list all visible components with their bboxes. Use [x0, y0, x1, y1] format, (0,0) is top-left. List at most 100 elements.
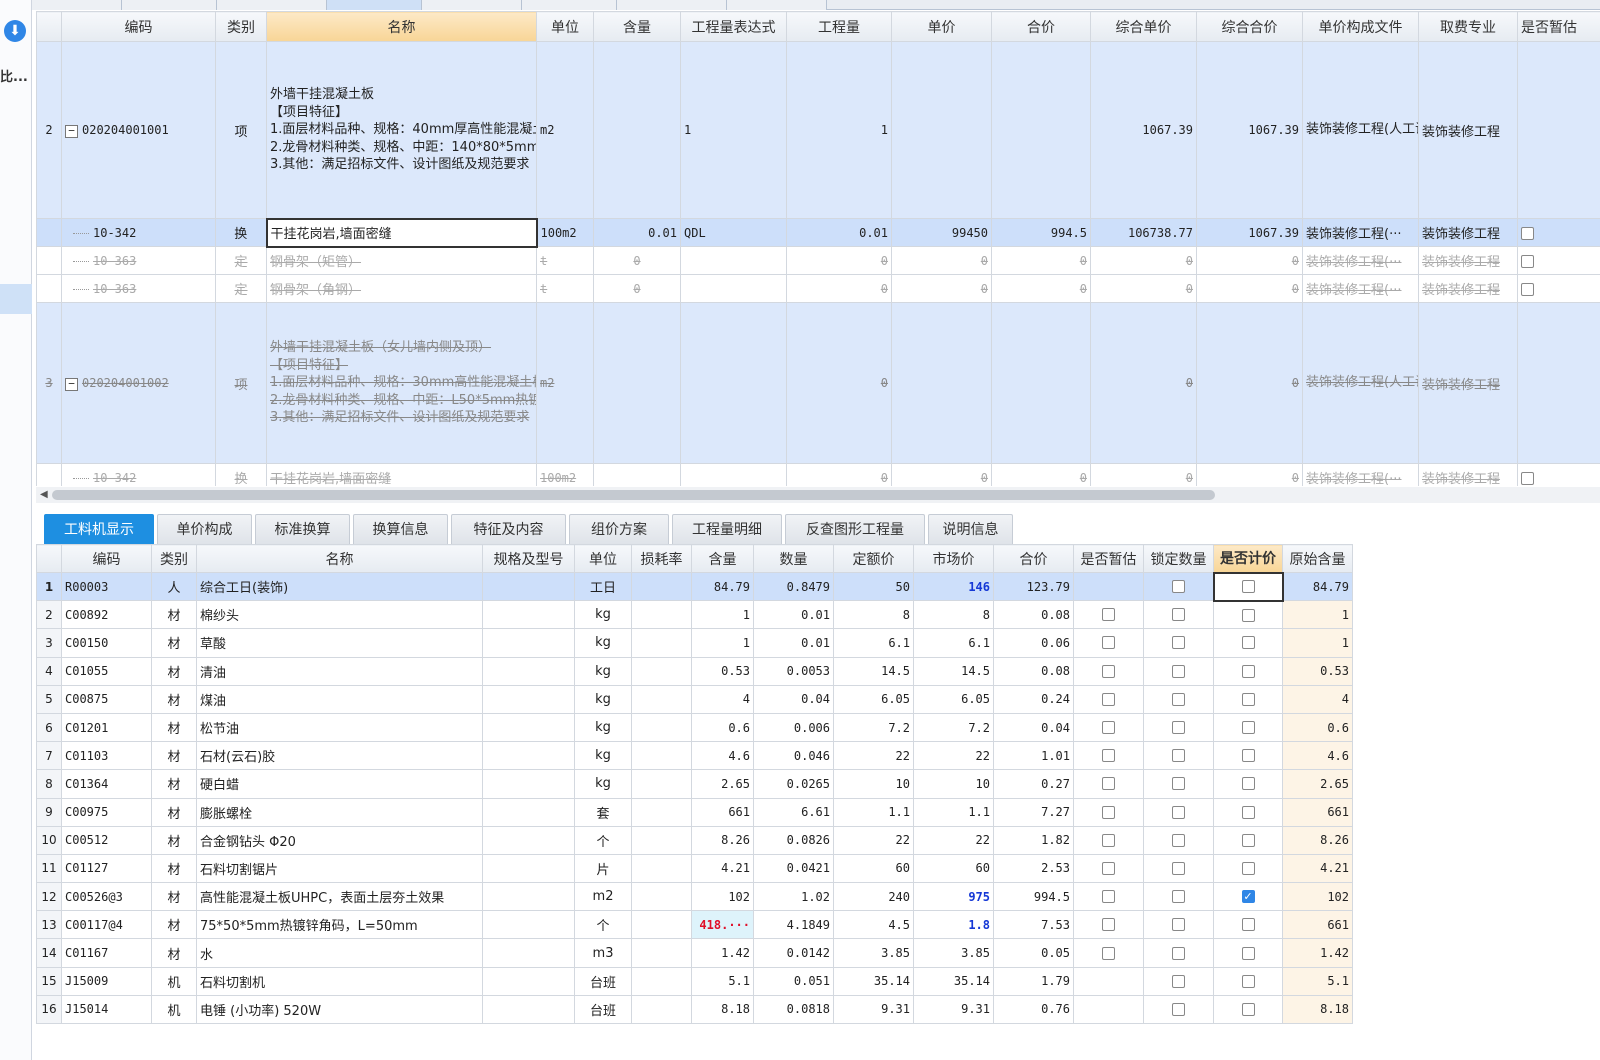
lock-quantity-cell[interactable] — [1143, 882, 1214, 912]
col-header[interactable]: 原始含量 — [1282, 544, 1353, 573]
resource-spec[interactable] — [482, 656, 575, 686]
lock-quantity-checkbox[interactable] — [1172, 664, 1185, 678]
resource-row[interactable]: 3 C00150 材 草酸 kg 1 0.01 6.1 6.1 0.06 1 — [36, 628, 1353, 658]
col-header[interactable]: 定额价 — [833, 544, 914, 573]
resource-name[interactable]: 膨胀螺栓 — [196, 797, 483, 827]
resource-name[interactable]: 松节油 — [196, 712, 483, 743]
resource-loss-rate[interactable] — [631, 769, 692, 799]
estimate-cell[interactable] — [1073, 769, 1144, 799]
item-unit[interactable]: t — [536, 246, 594, 275]
resource-name[interactable]: 石料切割锯片 — [196, 853, 483, 884]
lock-quantity-checkbox[interactable] — [1172, 692, 1185, 706]
resource-market-price[interactable]: 7.2 — [913, 712, 994, 743]
resource-code[interactable]: C01167 — [61, 938, 152, 968]
resource-market-price[interactable]: 35.14 — [913, 966, 994, 996]
bill-row-selected[interactable]: 10-342 换 干挂花岗岩,墙面密缝 100m2 0.01 QDL 0.01 … — [36, 217, 1600, 248]
tab-quantity-details[interactable]: 工程量明细 — [672, 514, 782, 544]
resource-market-price[interactable]: 60 — [913, 853, 994, 884]
resource-content[interactable]: 1 — [691, 628, 754, 658]
resource-content[interactable]: 1 — [691, 600, 754, 630]
resource-row-selected[interactable]: 1 R00003 人 综合工日(装饰) 工日 84.79 0.8479 50 146 123.79… — [36, 571, 1353, 602]
lock-quantity-cell[interactable] — [1143, 825, 1214, 855]
priced-checkbox[interactable] — [1241, 861, 1255, 875]
priced-checkbox[interactable] — [1241, 946, 1255, 960]
resource-loss-rate[interactable] — [631, 741, 692, 771]
resource-spec[interactable] — [482, 825, 575, 855]
bill-row-disabled[interactable]: 10-363 定 钢骨架（角钢） t 0 0 0 0 0 0 装饰装修工程(··… — [36, 274, 1600, 303]
resource-unit[interactable]: 片 — [574, 853, 632, 884]
resource-market-price[interactable]: 6.05 — [913, 684, 994, 714]
estimate-checkbox[interactable] — [1102, 777, 1115, 791]
resource-code[interactable]: C00892 — [61, 600, 152, 630]
item-content[interactable]: 0.01 — [593, 218, 681, 247]
tab-conversion-info[interactable]: 换算信息 — [353, 514, 448, 544]
resource-code[interactable]: J15009 — [61, 966, 152, 996]
item-estimate[interactable] — [1517, 246, 1600, 275]
lock-quantity-cell[interactable] — [1143, 600, 1214, 630]
lock-quantity-checkbox[interactable] — [1172, 974, 1185, 988]
priced-cell[interactable] — [1213, 656, 1283, 686]
lock-quantity-cell[interactable] — [1143, 769, 1214, 799]
resource-market-price[interactable]: 3.85 — [913, 938, 994, 968]
resource-row[interactable]: 6 C01201 材 松节油 kg 0.6 0.006 7.2 7.2 0.04 0.6 — [36, 712, 1353, 743]
item-spec[interactable]: 装饰装修工程 — [1418, 302, 1518, 464]
lock-quantity-cell[interactable] — [1143, 684, 1214, 714]
resource-content[interactable]: 102 — [691, 882, 754, 912]
resource-loss-rate[interactable] — [631, 825, 692, 855]
resource-row[interactable]: 8 C01364 材 硬白蜡 kg 2.65 0.0265 10 10 0.27 2.65 — [36, 769, 1353, 799]
item-unit[interactable]: 100m2 — [536, 463, 594, 486]
scroll-left-icon[interactable]: ◀ — [40, 489, 48, 500]
resource-unit[interactable]: 工日 — [574, 571, 632, 602]
estimate-cell[interactable] — [1073, 966, 1144, 996]
resource-name[interactable]: 电锤 (小功率) 520W — [196, 994, 483, 1025]
resource-loss-rate[interactable] — [631, 910, 692, 940]
item-file[interactable]: 装饰装修工程(··· — [1302, 246, 1419, 275]
tab-5[interactable] — [422, 0, 522, 10]
col-header[interactable]: 单位 — [536, 11, 594, 42]
estimate-checkbox[interactable] — [1102, 692, 1115, 706]
item-file[interactable]: 装饰装修工程(··· — [1302, 274, 1419, 303]
lock-quantity-cell[interactable] — [1143, 712, 1214, 743]
priced-checkbox[interactable] — [1241, 805, 1255, 819]
col-header[interactable]: 含量 — [691, 544, 754, 573]
item-name[interactable]: 钢骨架（矩管） — [266, 246, 537, 275]
col-header[interactable]: 市场价 — [913, 544, 994, 573]
resource-spec[interactable] — [482, 769, 575, 799]
resource-row[interactable]: 12 C00526@3 材 高性能混凝土板UHPC，表面土层夯土效果 m2 102 1.02… — [36, 882, 1353, 912]
priced-cell[interactable] — [1213, 684, 1283, 714]
priced-cell[interactable] — [1213, 994, 1283, 1025]
priced-checkbox[interactable] — [1241, 1002, 1255, 1016]
resource-unit[interactable]: kg — [574, 769, 632, 799]
col-header[interactable]: 编码 — [61, 544, 152, 573]
col-header[interactable]: 类别 — [151, 544, 197, 573]
rail-label[interactable]: 比... — [0, 66, 28, 85]
resource-unit[interactable]: kg — [574, 656, 632, 686]
resource-row[interactable]: 2 C00892 材 棉纱头 kg 1 0.01 8 8 0.08 1 — [36, 600, 1353, 630]
estimate-cell[interactable] — [1073, 882, 1144, 912]
resource-name[interactable]: 综合工日(装饰) — [196, 571, 483, 602]
resource-name[interactable]: 水 — [196, 938, 483, 968]
tab-unit-price-composition[interactable]: 单价构成 — [157, 514, 252, 544]
resource-row[interactable]: 16 J15014 机 电锤 (小功率) 520W 台班 8.18 0.0818 9.31 9.… — [36, 994, 1353, 1025]
resource-spec[interactable] — [482, 628, 575, 658]
resource-market-price[interactable]: 22 — [913, 741, 994, 771]
col-header[interactable]: 取费专业 — [1418, 11, 1518, 42]
resource-row[interactable]: 13 C00117@4 材 75*50*5mm热镀锌角码，L=50mm 个 418.···… — [36, 910, 1353, 940]
resource-content[interactable]: 4 — [691, 684, 754, 714]
item-content[interactable] — [593, 463, 681, 486]
lock-quantity-cell[interactable] — [1143, 910, 1214, 940]
estimate-cell[interactable] — [1073, 910, 1144, 940]
resource-unit[interactable]: kg — [574, 684, 632, 714]
lock-quantity-checkbox[interactable] — [1172, 946, 1185, 960]
resource-unit[interactable]: kg — [574, 628, 632, 658]
resource-spec[interactable] — [482, 684, 575, 714]
item-name[interactable]: 干挂花岗岩,墙面密缝 — [266, 463, 537, 486]
estimate-cell[interactable] — [1073, 656, 1144, 686]
col-header[interactable]: 是否暂估 — [1073, 544, 1144, 573]
resource-name[interactable]: 石料切割机 — [196, 966, 483, 996]
lock-quantity-checkbox[interactable] — [1172, 721, 1185, 735]
resource-row[interactable]: 15 J15009 机 石料切割机 台班 5.1 0.051 35.14 35.14 1.79 5.… — [36, 966, 1353, 996]
item-spec[interactable]: 装饰装修工程 — [1418, 218, 1518, 247]
resource-unit[interactable]: 个 — [574, 825, 632, 855]
tab-pricing-plan[interactable]: 组价方案 — [569, 514, 669, 544]
